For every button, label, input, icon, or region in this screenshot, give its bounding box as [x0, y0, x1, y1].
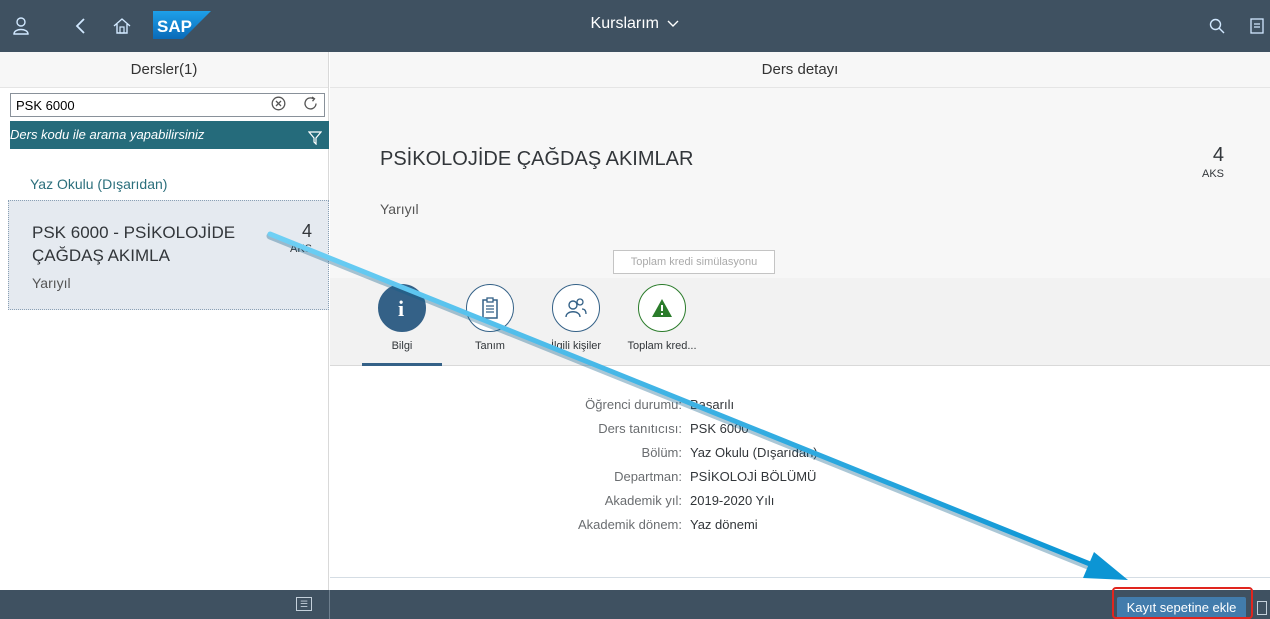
field-value: Yaz Okulu (Dışarıdan) [690, 445, 818, 460]
search-input[interactable] [11, 94, 251, 116]
icon-tab-bar: i Bilgi Tanım İlgili kişiler Toplam kred… [330, 278, 1270, 366]
tab-label: İlgili kişiler [550, 340, 602, 352]
filter-icon[interactable] [307, 127, 323, 146]
tab-ilgili-kisiler[interactable]: İlgili kişiler [536, 284, 616, 352]
field-label: Departman: [614, 469, 682, 484]
tab-tanim[interactable]: Tanım [450, 284, 530, 352]
list-item-subtitle: Yarıyıl [32, 275, 71, 291]
field-row: Departman: PSİKOLOJİ BÖLÜMÜ [330, 469, 1270, 489]
info-icon: i [378, 284, 426, 332]
chevron-down-icon[interactable] [667, 16, 679, 31]
filter-info-bar[interactable]: Ders kodu ile arama yapabilirsiniz [10, 121, 329, 149]
field-label: Akademik yıl: [604, 493, 682, 508]
field-row: Ders tanıtıcısı: PSK 6000 [330, 421, 1270, 441]
document-icon [466, 284, 514, 332]
field-label: Ders tanıtıcısı: [598, 421, 682, 436]
field-row: Akademik dönem: Yaz dönemi [330, 517, 1270, 537]
home-icon[interactable] [108, 12, 136, 40]
master-title: Dersler(1) [0, 52, 328, 88]
field-label: Akademik dönem: [577, 517, 682, 532]
detail-pane: Ders detayı PSİKOLOJİDE ÇAĞDAŞ AKIMLAR 4… [330, 52, 1270, 590]
svg-text:SAP: SAP [157, 17, 192, 36]
field-value: PSİKOLOJİ BÖLÜMÜ [690, 469, 817, 484]
field-value: 2019-2020 Yılı [690, 493, 775, 508]
shell-bar: SAP Kurslarım [0, 0, 1270, 52]
tooltip: Toplam kredi simülasyonu [613, 250, 775, 274]
divider [329, 590, 330, 619]
field-label: Bölüm: [641, 445, 682, 460]
course-period: Yarıyıl [380, 201, 419, 217]
user-icon[interactable] [7, 12, 35, 40]
refresh-icon[interactable] [302, 95, 319, 117]
tab-bilgi[interactable]: i Bilgi [362, 284, 442, 352]
tab-toplam-kredi[interactable]: Toplam kred... [622, 284, 702, 352]
app-title-text: Kurslarım [590, 15, 659, 32]
detail-title: Ders detayı [330, 52, 1270, 88]
list-item[interactable]: PSK 6000 - PSİKOLOJİDE ÇAĞDAŞ AKIMLA 4 A… [8, 200, 329, 310]
master-pane: Dersler(1) Ders kodu ile arama yapabilir… [0, 52, 329, 590]
field-row: Bölüm: Yaz Okulu (Dışarıdan) [330, 445, 1270, 465]
tab-label: Toplam kred... [627, 340, 697, 352]
tab-label: Tanım [475, 340, 505, 352]
field-row: Akademik yıl: 2019-2020 Yılı [330, 493, 1270, 513]
sap-logo[interactable]: SAP [153, 11, 211, 39]
search-icon[interactable] [1203, 12, 1231, 40]
object-header: PSİKOLOJİDE ÇAĞDAŞ AKIMLAR 4 AKS Yarıyıl… [330, 88, 1270, 278]
divider [330, 577, 1270, 578]
back-icon[interactable] [66, 12, 94, 40]
credit-number: 4 [1212, 144, 1224, 166]
field-label: Öğrenci durumu: [585, 397, 682, 412]
search-field[interactable] [10, 93, 325, 117]
list-item-title: PSK 6000 - PSİKOLOJİDE ÇAĞDAŞ AKIMLA [32, 223, 236, 265]
clear-icon[interactable] [271, 96, 286, 115]
course-title: PSİKOLOJİDE ÇAĞDAŞ AKIMLAR [380, 148, 694, 170]
field-row: Öğrenci durumu: Başarılı [330, 397, 1270, 417]
tab-label: Bilgi [391, 340, 413, 352]
footer-toolbar: ☰ [0, 590, 1270, 619]
menu-icon[interactable]: ☰ [296, 597, 312, 611]
active-tab-indicator [362, 363, 442, 366]
group-header: Yaz Okulu (Dışarıdan) [30, 176, 168, 192]
field-value: Başarılı [690, 397, 735, 412]
list-item-number: 4 [301, 221, 312, 241]
warning-icon [638, 284, 686, 332]
svg-text:i: i [398, 296, 404, 320]
credit-unit: AKS [1201, 168, 1224, 180]
people-icon [552, 284, 600, 332]
field-value: PSK 6000 [690, 421, 749, 436]
filter-info-text: Ders kodu ile arama yapabilirsiniz [10, 127, 205, 142]
field-value: Yaz dönemi [690, 517, 758, 532]
highlight-box [1112, 587, 1253, 619]
list-item-unit: AKS [289, 243, 312, 255]
overflow-icon[interactable] [1257, 601, 1267, 615]
notifications-icon[interactable] [1243, 12, 1270, 40]
